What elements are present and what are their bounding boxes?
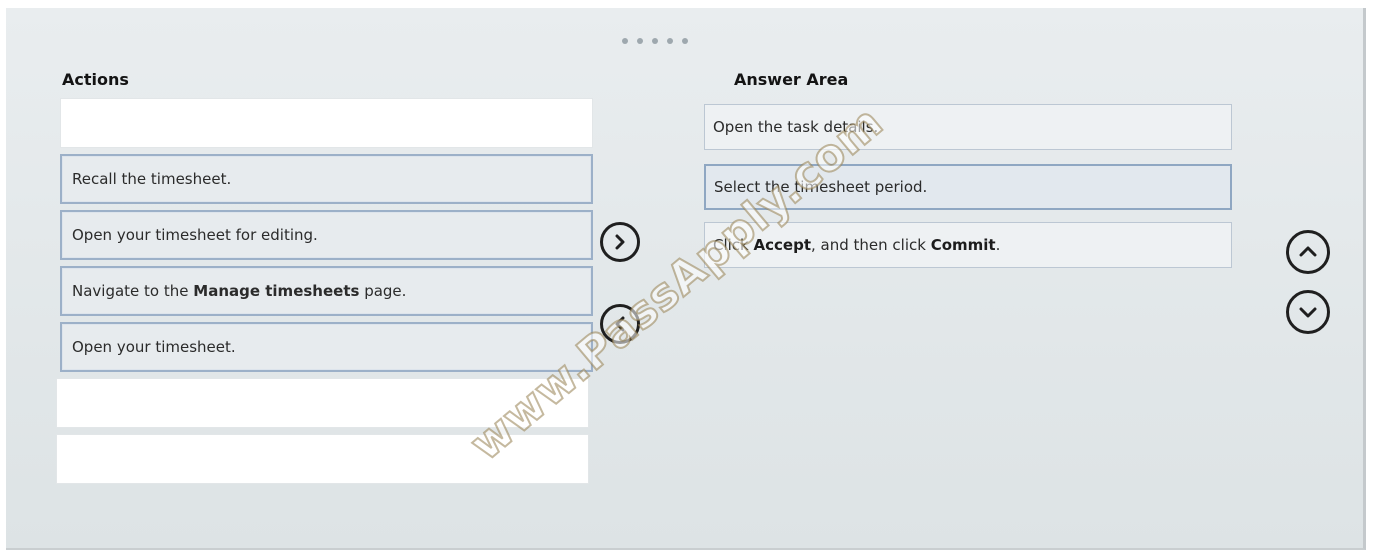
label-bold: Accept: [753, 236, 811, 254]
pager-dot: [667, 38, 673, 44]
label-prefix: Click: [713, 236, 754, 254]
label-suffix: .: [995, 236, 1001, 254]
label-suffix: page.: [359, 282, 407, 300]
label-bold: Manage timesheets: [193, 282, 360, 300]
actions-empty-slot: [60, 98, 593, 148]
move-down-button[interactable]: [1286, 290, 1330, 334]
move-right-button[interactable]: [600, 222, 640, 262]
label-bold: Commit: [930, 236, 996, 254]
action-item-navigate-manage-timesheets[interactable]: Navigate to the Manage timesheets page.: [60, 266, 593, 316]
action-item-label: Recall the timesheet.: [72, 170, 232, 188]
action-item-open-timesheet[interactable]: Open your timesheet.: [60, 322, 593, 372]
action-item-label: Navigate to the Manage timesheets page.: [72, 282, 406, 300]
move-left-button[interactable]: [600, 304, 640, 344]
answer-item-select-timesheet-period[interactable]: Select the timesheet period.: [704, 164, 1232, 210]
answer-item-label: Click Accept, and then click Commit.: [713, 236, 1000, 254]
chevron-right-icon: [615, 234, 625, 250]
answer-item-click-accept-commit[interactable]: Click Accept, and then click Commit.: [704, 222, 1232, 268]
pager-dot: [682, 38, 688, 44]
move-up-button[interactable]: [1286, 230, 1330, 274]
action-item-label: Open your timesheet for editing.: [72, 226, 318, 244]
pager-dot: [652, 38, 658, 44]
answer-item-open-task-details[interactable]: Open the task details.: [704, 104, 1232, 150]
chevron-left-icon: [615, 316, 625, 332]
pager-dots: [622, 38, 688, 44]
chevron-down-icon: [1299, 307, 1317, 318]
chevron-up-icon: [1299, 246, 1317, 257]
drag-drop-question-panel: Actions Answer Area Recall the timesheet…: [6, 8, 1366, 550]
pager-dot: [637, 38, 643, 44]
action-item-label: Open your timesheet.: [72, 338, 236, 356]
actions-heading: Actions: [62, 70, 129, 89]
actions-empty-slot: [56, 378, 589, 428]
label-middle: , and then click: [811, 236, 931, 254]
answer-item-label: Open the task details.: [713, 118, 879, 136]
label-prefix: Navigate to the: [72, 282, 194, 300]
pager-dot: [622, 38, 628, 44]
answer-item-label: Select the timesheet period.: [714, 178, 928, 196]
action-item-recall-timesheet[interactable]: Recall the timesheet.: [60, 154, 593, 204]
actions-empty-slot: [56, 434, 589, 484]
answer-area-heading: Answer Area: [734, 70, 849, 89]
action-item-open-timesheet-editing[interactable]: Open your timesheet for editing.: [60, 210, 593, 260]
